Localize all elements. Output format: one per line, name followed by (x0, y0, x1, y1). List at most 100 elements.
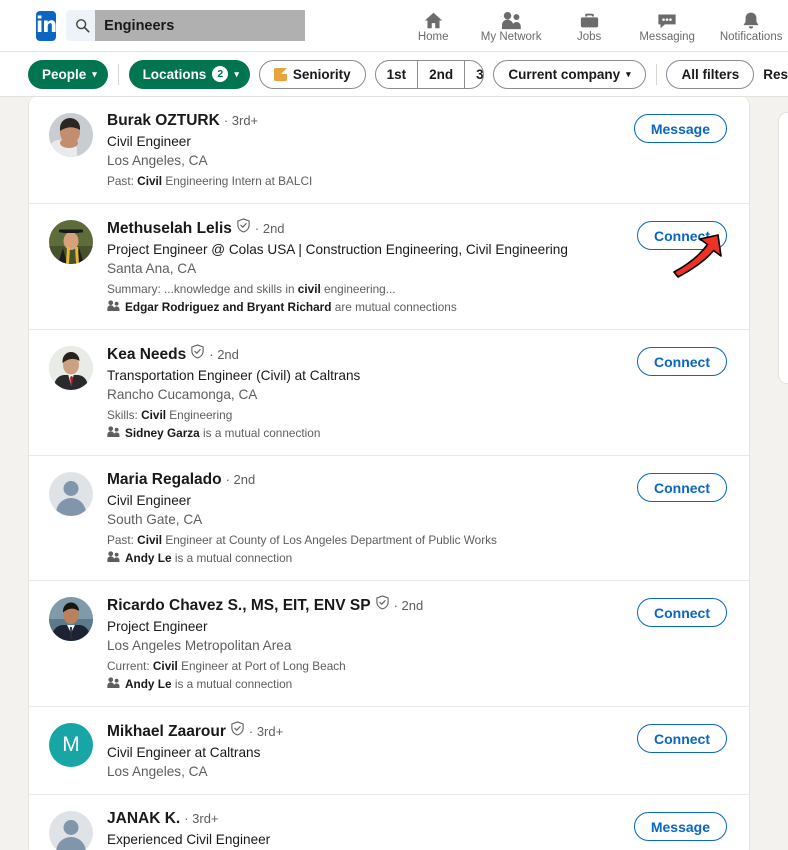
my-network-icon (500, 9, 522, 30)
avatar-initial: M (62, 733, 80, 756)
mutual-connections: Sidney Garza is a mutual connection (107, 425, 627, 442)
message-button[interactable]: Message (633, 812, 727, 841)
result-name-line: Methuselah Lelis · 2nd (107, 218, 627, 239)
mutual-connections: Andy Le is a mutual connection (107, 550, 627, 567)
search-box[interactable]: Engineers (66, 10, 306, 41)
nav-item-notifications[interactable]: Notifications (709, 9, 788, 43)
search-results-list: Burak OZTURK · 3rd+ Civil Engineer Los A… (28, 97, 750, 850)
reset-filters-link[interactable]: Rese (763, 67, 788, 82)
mutual-connections: Andy Le is a mutual connection (107, 676, 627, 693)
profile-location: South Gate, CA (107, 512, 203, 527)
filter-current-company[interactable]: Current company ▾ (493, 59, 646, 89)
avatar[interactable] (49, 220, 93, 264)
connect-button[interactable]: Connect (637, 724, 727, 753)
mutual-connections-icon (107, 550, 120, 567)
linkedin-search-results-page: in Engineers Home My Network Jobs Messag… (0, 0, 788, 850)
avatar[interactable] (49, 472, 93, 516)
seniority-premium-icon (273, 67, 287, 81)
search-filter-bar: People ▾ Locations 2 ▾ Seniority 1st 2nd… (0, 52, 788, 97)
connect-button[interactable]: Connect (637, 473, 727, 502)
search-input[interactable]: Engineers (95, 10, 306, 41)
profile-location: Los Angeles, CA (107, 764, 208, 779)
nav-item-messaging[interactable]: Messaging (625, 9, 709, 43)
nav-item-jobs-label: Jobs (577, 30, 602, 43)
profile-location: Los Angeles Metropolitan Area (107, 638, 292, 653)
table-row[interactable]: Methuselah Lelis · 2nd Project Engineer … (29, 204, 749, 330)
table-row[interactable]: Maria Regalado · 2nd Civil Engineer Sout… (29, 456, 749, 581)
table-row[interactable]: Kea Needs · 2nd Transportation Engineer … (29, 330, 749, 456)
avatar[interactable] (49, 811, 93, 850)
table-row[interactable]: JANAK K. · 3rd+ Experienced Civil Engine… (29, 795, 749, 850)
verified-badge-icon (190, 344, 205, 365)
table-row[interactable]: Ricardo Chavez S., MS, EIT, ENV SP · 2nd… (29, 581, 749, 707)
profile-snippet: Summary: ...knowledge and skills in civi… (107, 282, 396, 296)
all-filters-button[interactable]: All filters (666, 59, 755, 89)
profile-headline: Experienced Civil Engineer (107, 832, 271, 847)
profile-location: Santa Ana, CA (107, 261, 197, 276)
connection-degree: · 2nd (254, 220, 285, 236)
profile-name-link[interactable]: JANAK K. (107, 809, 180, 829)
profile-name-link[interactable]: Burak OZTURK (107, 111, 220, 131)
linkedin-logo[interactable]: in (36, 10, 57, 41)
nav-item-jobs[interactable]: Jobs (553, 9, 625, 43)
result-action: Connect (637, 470, 727, 502)
connection-degree: · 2nd (209, 346, 239, 362)
filter-divider-2 (655, 63, 657, 85)
filter-degree-1st[interactable]: 1st (376, 61, 418, 88)
connect-button[interactable]: Connect (637, 347, 727, 376)
filter-locations[interactable]: Locations 2 ▾ (128, 59, 250, 89)
avatar[interactable] (49, 346, 93, 390)
side-panel-card (778, 112, 788, 384)
filter-degree-2nd[interactable]: 2nd (417, 60, 464, 88)
profile-snippet: Past: Civil Engineer at County of Los An… (107, 533, 497, 547)
result-name-line: Maria Regalado · 2nd (107, 470, 627, 490)
verified-badge-icon (375, 595, 390, 616)
profile-location: Los Angeles, CA (107, 153, 208, 168)
result-info: JANAK K. · 3rd+ Experienced Civil Engine… (107, 809, 624, 850)
verified-badge-icon (236, 218, 251, 239)
profile-name-link[interactable]: Ricardo Chavez S., MS, EIT, ENV SP (107, 596, 371, 616)
connect-button[interactable]: Connect (637, 221, 727, 250)
avatar[interactable]: M (49, 723, 93, 767)
filter-degree-3rd-plus[interactable]: 3rd+ (464, 60, 483, 88)
nav-item-messaging-label: Messaging (639, 30, 695, 43)
result-info: Mikhael Zaarour · 3rd+ Civil Engineer at… (107, 721, 627, 781)
filter-people[interactable]: People ▾ (28, 59, 108, 89)
notifications-bell-icon (741, 9, 761, 30)
result-action: Message (633, 809, 727, 841)
profile-snippet: Current: Civil Engineer at Port of Long … (107, 659, 346, 673)
nav-item-home[interactable]: Home (397, 9, 469, 43)
result-action: Connect (637, 721, 727, 753)
message-button[interactable]: Message (633, 114, 727, 143)
filter-seniority[interactable]: Seniority (258, 59, 366, 89)
profile-name-link[interactable]: Mikhael Zaarour (107, 722, 226, 742)
table-row[interactable]: M Mikhael Zaarour · 3rd+ Civil Engineer … (29, 707, 749, 795)
profile-name-link[interactable]: Methuselah Lelis (107, 219, 232, 239)
connect-button[interactable]: Connect (637, 598, 727, 627)
avatar-photo (49, 346, 93, 390)
result-name-line: Mikhael Zaarour · 3rd+ (107, 721, 627, 742)
nav-item-my-network[interactable]: My Network (469, 9, 553, 43)
result-info: Ricardo Chavez S., MS, EIT, ENV SP · 2nd… (107, 595, 627, 693)
profile-snippet: Skills: Civil Engineering (107, 408, 233, 422)
table-row[interactable]: Burak OZTURK · 3rd+ Civil Engineer Los A… (29, 97, 749, 204)
verified-badge-icon (230, 721, 245, 742)
mutual-connections-text: Sidney Garza is a mutual connection (125, 426, 321, 440)
chevron-down-icon: ▾ (92, 68, 97, 79)
result-action: Connect (637, 344, 727, 376)
profile-headline: Civil Engineer (107, 493, 191, 508)
profile-headline: Civil Engineer at Caltrans (107, 745, 261, 760)
result-info: Burak OZTURK · 3rd+ Civil Engineer Los A… (107, 111, 624, 190)
avatar[interactable] (49, 113, 93, 157)
profile-name-link[interactable]: Maria Regalado (107, 470, 222, 490)
nav-item-my-network-label: My Network (480, 30, 542, 43)
connection-degree: · 3rd+ (248, 723, 284, 739)
connection-degree: · 2nd (393, 597, 424, 613)
messaging-icon (656, 9, 678, 30)
avatar[interactable] (49, 597, 93, 641)
result-action: Message (633, 111, 727, 143)
avatar-photo (49, 597, 93, 641)
profile-headline: Transportation Engineer (Civil) at Caltr… (107, 368, 361, 383)
mutual-connections-text: Andy Le is a mutual connection (125, 677, 293, 691)
profile-name-link[interactable]: Kea Needs (107, 345, 186, 365)
